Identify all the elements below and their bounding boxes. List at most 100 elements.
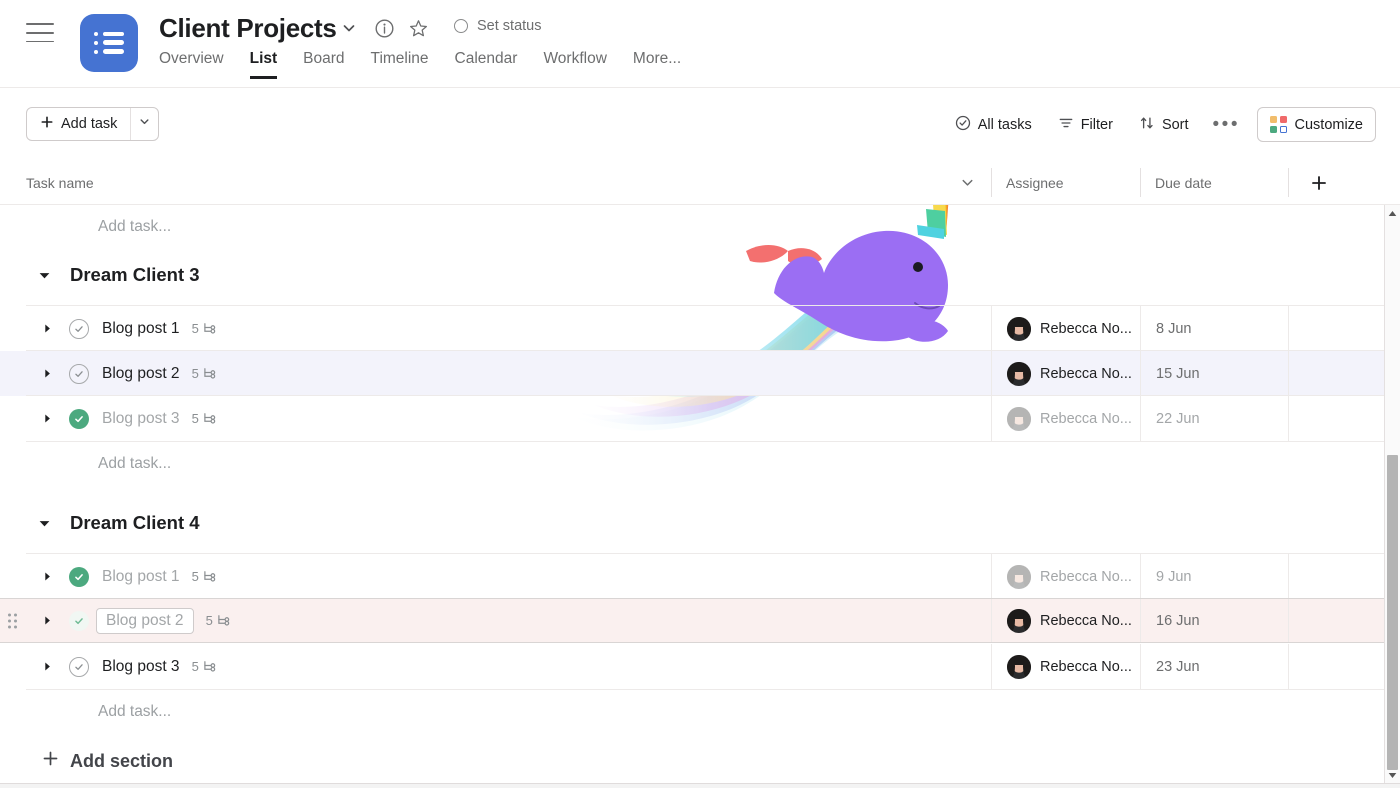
- section-header-dream-client-3[interactable]: Dream Client 3: [0, 253, 1386, 297]
- task-extra-cell[interactable]: [1288, 644, 1386, 689]
- tab-overview[interactable]: Overview: [159, 50, 224, 79]
- task-status-checkbox[interactable]: [69, 611, 89, 631]
- column-header-due-date[interactable]: Due date: [1155, 160, 1212, 205]
- vertical-scrollbar[interactable]: [1384, 205, 1400, 783]
- task-extra-cell[interactable]: [1288, 351, 1386, 396]
- task-assignee[interactable]: Rebecca No...: [991, 554, 1140, 599]
- task-status-checkbox[interactable]: [69, 657, 89, 677]
- section-title[interactable]: Dream Client 3: [70, 264, 200, 286]
- caret-right-icon[interactable]: [42, 571, 56, 582]
- task-assignee[interactable]: Rebecca No...: [991, 351, 1140, 396]
- page-title[interactable]: Client Projects: [159, 13, 337, 44]
- tab-calendar[interactable]: Calendar: [455, 50, 518, 79]
- tab-workflow[interactable]: Workflow: [543, 50, 606, 79]
- project-icon[interactable]: [80, 14, 138, 72]
- tab-list[interactable]: List: [250, 50, 278, 79]
- task-extra-cell[interactable]: [1288, 396, 1386, 441]
- add-task-row[interactable]: Add task...: [0, 442, 1386, 486]
- task-due-date[interactable]: 15 Jun: [1140, 351, 1288, 396]
- table-row[interactable]: Blog post 1 5 Rebecca No... 9 Jun: [0, 554, 1386, 599]
- task-extra-cell[interactable]: [1288, 306, 1386, 351]
- column-header-task-name[interactable]: Task name: [26, 160, 94, 205]
- task-name[interactable]: Blog post 2: [102, 365, 180, 383]
- task-assignee[interactable]: Rebecca No...: [991, 306, 1140, 351]
- table-row[interactable]: Blog post 2 5 Rebecca No... 15 Jun: [0, 351, 1386, 396]
- star-icon[interactable]: [408, 18, 429, 44]
- caret-right-icon[interactable]: [42, 323, 56, 334]
- section-header-dream-client-4[interactable]: Dream Client 4: [0, 501, 1386, 545]
- subtask-count[interactable]: 5: [192, 366, 217, 382]
- customize-button[interactable]: Customize: [1257, 107, 1376, 142]
- scroll-down-arrow[interactable]: [1385, 767, 1400, 783]
- add-task-row[interactable]: Add task...: [0, 205, 1386, 249]
- column-header-assignee[interactable]: Assignee: [1006, 160, 1064, 205]
- subtask-count[interactable]: 5: [192, 659, 217, 675]
- caret-right-icon[interactable]: [42, 661, 56, 672]
- table-row[interactable]: Blog post 3 5 Rebecca No... 22 Jun: [0, 396, 1386, 441]
- task-status-checkbox[interactable]: [69, 409, 89, 429]
- table-row[interactable]: Blog post 3 5 Rebecca No... 23 Jun: [0, 644, 1386, 689]
- add-section-button[interactable]: Add section: [0, 739, 1386, 783]
- subtask-count[interactable]: 5: [192, 321, 217, 337]
- scroll-up-arrow[interactable]: [1385, 205, 1400, 221]
- add-task-label: Add task: [61, 116, 117, 132]
- assignee-name: Rebecca No...: [1040, 569, 1132, 585]
- filter-label: Filter: [1081, 117, 1113, 133]
- tab-board[interactable]: Board: [303, 50, 344, 79]
- subtask-count[interactable]: 5: [192, 411, 217, 427]
- chevron-down-icon[interactable]: [340, 19, 358, 42]
- subtask-count-value: 5: [192, 569, 199, 584]
- table-row[interactable]: Blog post 2 5 Rebecca No... 16 Jun: [0, 598, 1386, 643]
- add-task-dropdown-button[interactable]: [130, 108, 158, 140]
- scrollbar-thumb[interactable]: [1387, 455, 1398, 770]
- task-name[interactable]: Blog post 1: [102, 568, 180, 586]
- list-toolbar: Add task All tasks Filter Sort: [0, 88, 1400, 160]
- check-circle-icon: [955, 115, 971, 135]
- info-circle-icon[interactable]: [374, 18, 395, 44]
- subtask-count[interactable]: 5: [192, 569, 217, 585]
- tab-timeline[interactable]: Timeline: [371, 50, 429, 79]
- collapse-columns-button[interactable]: [959, 160, 976, 205]
- task-extra-cell[interactable]: [1288, 554, 1386, 599]
- task-status-checkbox[interactable]: [69, 319, 89, 339]
- add-task-group: Add task: [26, 107, 159, 141]
- caret-right-icon[interactable]: [42, 413, 56, 424]
- task-name[interactable]: Blog post 1: [102, 320, 180, 338]
- task-due-date[interactable]: 8 Jun: [1140, 306, 1288, 351]
- add-task-row[interactable]: Add task...: [0, 690, 1386, 734]
- task-extra-cell[interactable]: [1288, 599, 1386, 642]
- section-title[interactable]: Dream Client 4: [70, 512, 200, 534]
- task-status-checkbox[interactable]: [69, 364, 89, 384]
- add-task-button[interactable]: Add task: [27, 108, 130, 140]
- tab-more[interactable]: More...: [633, 50, 681, 79]
- row-divider: [26, 553, 1386, 554]
- all-tasks-button[interactable]: All tasks: [942, 108, 1045, 142]
- task-list-body: Add task... Dream Client 3 Blog post 1 5: [0, 205, 1386, 783]
- task-due-date[interactable]: 22 Jun: [1140, 396, 1288, 441]
- task-due-date[interactable]: 23 Jun: [1140, 644, 1288, 689]
- subtask-count[interactable]: 5: [206, 613, 231, 629]
- more-options-button[interactable]: •••: [1202, 108, 1251, 142]
- caret-right-icon[interactable]: [42, 368, 56, 379]
- add-task-placeholder: Add task...: [98, 703, 171, 721]
- task-name[interactable]: Blog post 3: [102, 410, 180, 428]
- task-due-date[interactable]: 9 Jun: [1140, 554, 1288, 599]
- add-column-button[interactable]: [1310, 160, 1328, 205]
- caret-down-icon[interactable]: [38, 517, 54, 530]
- task-name-input[interactable]: Blog post 2: [96, 608, 194, 634]
- task-assignee[interactable]: Rebecca No...: [991, 396, 1140, 441]
- filter-button[interactable]: Filter: [1045, 108, 1126, 142]
- task-assignee[interactable]: Rebecca No...: [991, 644, 1140, 689]
- caret-down-icon[interactable]: [38, 269, 54, 282]
- table-row[interactable]: Blog post 1 5 Rebecca No... 8 Jun: [0, 306, 1386, 351]
- set-status-button[interactable]: Set status: [454, 18, 541, 34]
- caret-right-icon[interactable]: [42, 615, 56, 626]
- hamburger-icon[interactable]: [26, 16, 56, 44]
- task-status-checkbox[interactable]: [69, 567, 89, 587]
- task-assignee[interactable]: Rebecca No...: [991, 599, 1140, 642]
- grid-squares-icon: [1270, 116, 1287, 133]
- task-name[interactable]: Blog post 3: [102, 658, 180, 676]
- sort-button[interactable]: Sort: [1126, 108, 1202, 142]
- drag-handle-icon[interactable]: [8, 613, 17, 628]
- task-due-date[interactable]: 16 Jun: [1140, 599, 1288, 642]
